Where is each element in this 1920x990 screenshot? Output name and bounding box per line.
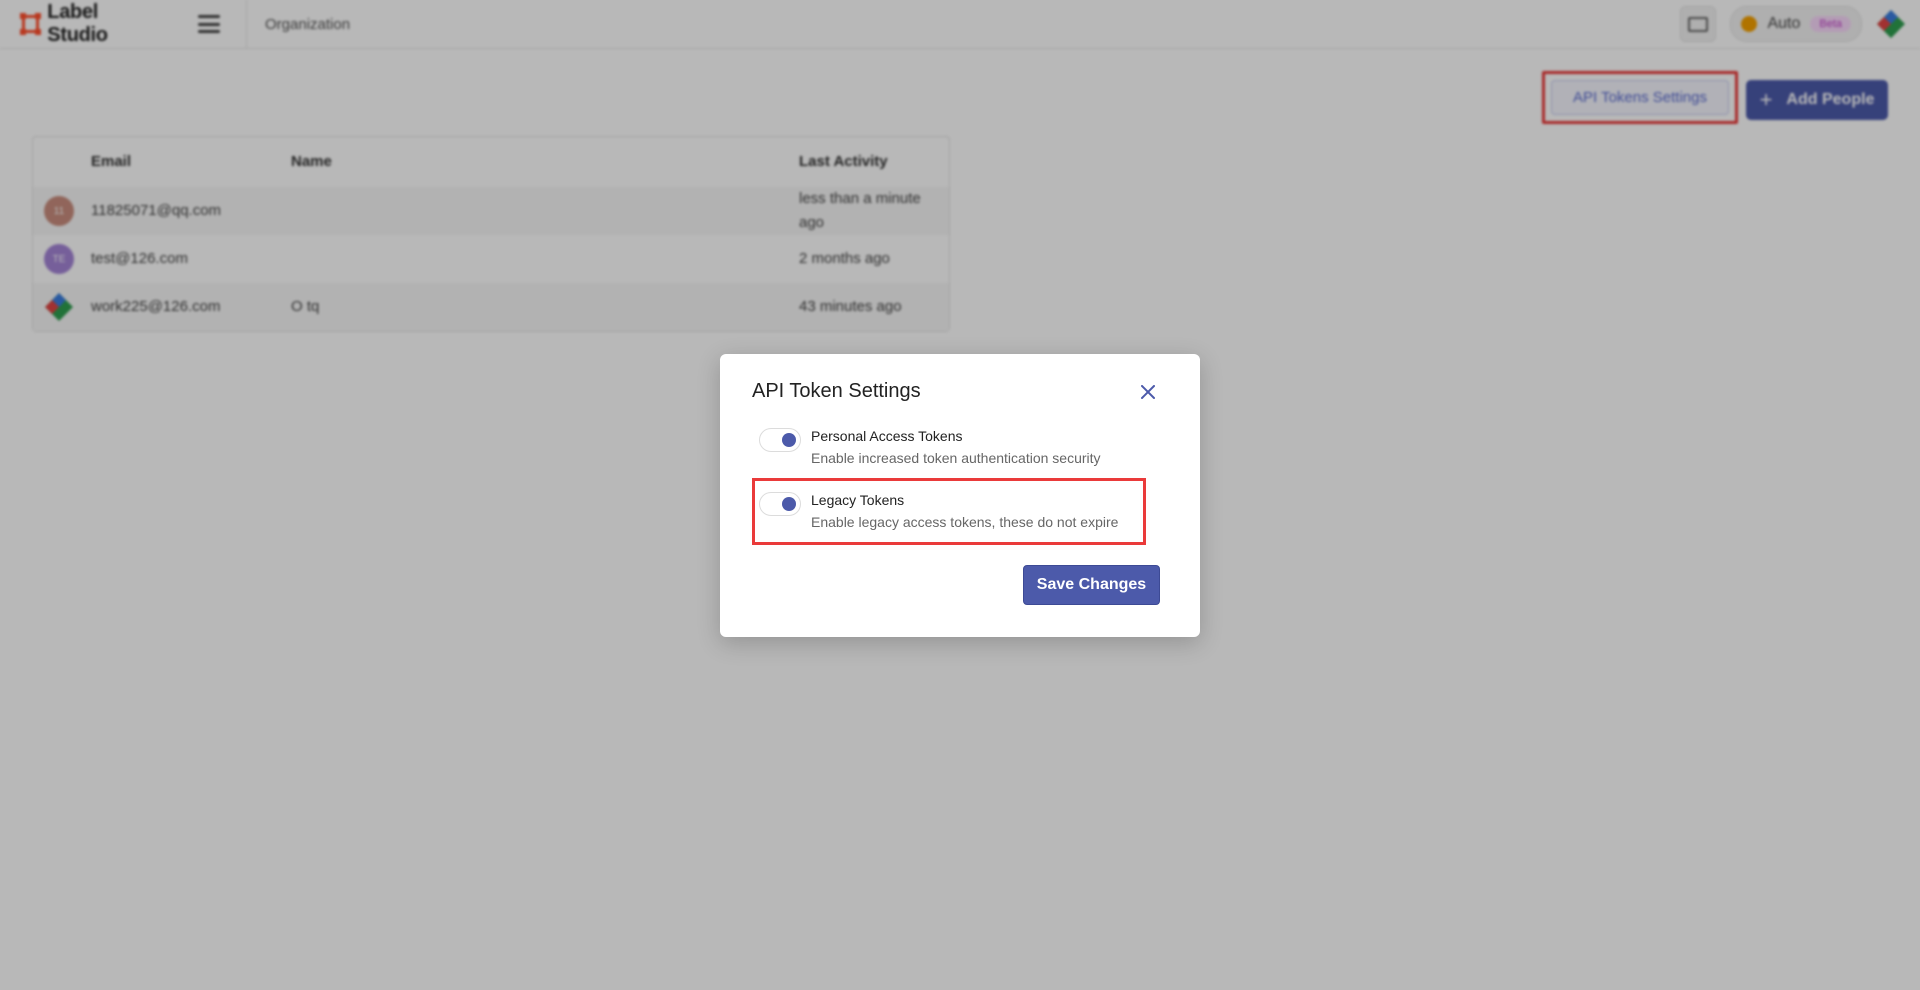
save-changes-button[interactable]: Save Changes: [1023, 565, 1160, 605]
close-icon: [1141, 385, 1155, 399]
setting-label: Personal Access Tokens: [811, 428, 963, 444]
api-token-settings-modal: API Token Settings Personal Access Token…: [720, 354, 1200, 637]
setting-description: Enable legacy access tokens, these do no…: [811, 514, 1119, 530]
legacy-tokens-toggle[interactable]: [759, 492, 801, 516]
close-button[interactable]: [1134, 378, 1162, 406]
setting-label: Legacy Tokens: [811, 492, 905, 508]
setting-description: Enable increased token authentication se…: [811, 450, 1101, 466]
setting-personal-access-tokens: Personal Access Tokens Enable increased …: [759, 424, 1159, 476]
setting-legacy-tokens: Legacy Tokens Enable legacy access token…: [759, 488, 1159, 540]
personal-access-tokens-toggle[interactable]: [759, 428, 801, 452]
modal-title: API Token Settings: [752, 380, 921, 402]
